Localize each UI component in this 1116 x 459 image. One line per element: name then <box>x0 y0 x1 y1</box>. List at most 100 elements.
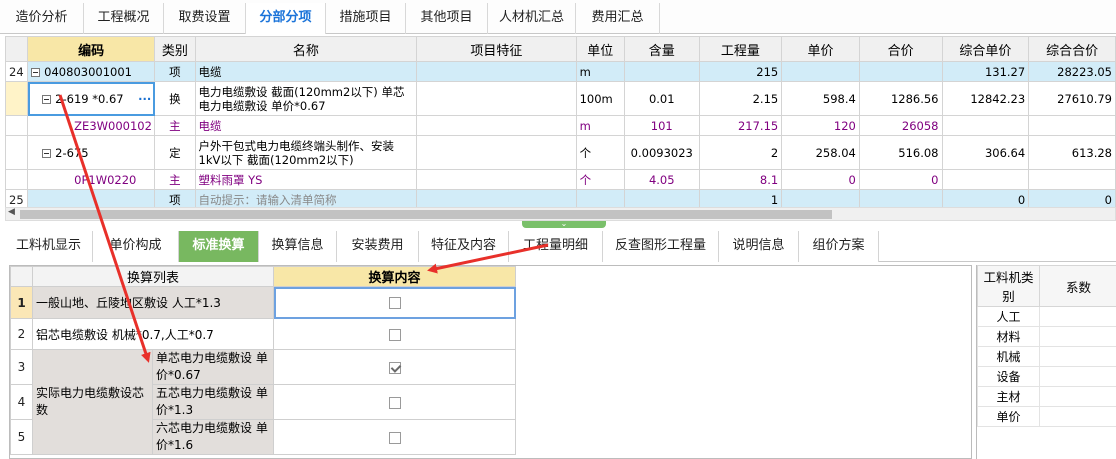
cell-type[interactable]: 定 <box>154 135 196 170</box>
cell-comp-total[interactable]: 27610.79 <box>1028 81 1116 116</box>
cell-feature[interactable] <box>416 115 577 136</box>
cell-type[interactable]: 换 <box>154 81 196 116</box>
cell-comp-price[interactable]: 306.64 <box>941 135 1030 170</box>
col-header-content[interactable]: 含量 <box>623 36 700 62</box>
cell-code[interactable]: ZE3W000102 <box>27 115 156 136</box>
cell-price[interactable]: 598.4 <box>781 81 860 116</box>
side-coefficient[interactable] <box>1039 346 1116 367</box>
side-coefficient[interactable] <box>1039 386 1116 407</box>
tab-labor-material-summary[interactable]: 人材机汇总 <box>488 3 576 34</box>
cell-content[interactable]: 0.0093023 <box>623 135 700 170</box>
tab-measures[interactable]: 措施项目 <box>326 3 406 34</box>
cell-unit[interactable]: 个 <box>575 169 625 190</box>
col-header-name[interactable]: 名称 <box>194 36 418 62</box>
col-header-qty[interactable]: 工程量 <box>698 36 783 62</box>
side-coefficient[interactable] <box>1039 306 1116 327</box>
tab-fee-summary[interactable]: 费用汇总 <box>576 3 660 34</box>
cell-total[interactable]: 516.08 <box>858 135 943 170</box>
cell-code[interactable]: 0P1W0220 <box>27 169 156 190</box>
cell-total[interactable]: 0 <box>858 169 943 190</box>
cell-qty[interactable]: 8.1 <box>698 169 783 190</box>
scrollbar-thumb[interactable] <box>20 210 832 219</box>
cell-unit[interactable]: m <box>575 61 625 82</box>
tab-pricing-scheme[interactable]: 组价方案 <box>799 231 879 262</box>
cell-name[interactable]: 电力电缆敷设 截面(120mm2以下) 单芯电力电缆敷设 单价*0.67 <box>194 81 418 116</box>
tab-labor-material-display[interactable]: 工料机显示 <box>5 231 93 262</box>
cell-type[interactable]: 主 <box>154 115 196 136</box>
cell-code[interactable]: 2-675 <box>27 135 156 170</box>
tab-other-items[interactable]: 其他项目 <box>406 3 488 34</box>
cell-code[interactable]: ··· 2-619 *0.67 <box>27 81 156 116</box>
table-row[interactable]: 24 040803001001 项 电缆 m 215 131.27 28223.… <box>4 61 1116 82</box>
conv-checkbox-cell[interactable] <box>273 349 517 385</box>
more-icon[interactable]: ··· <box>138 92 151 106</box>
cell-name[interactable]: 电缆 <box>194 61 418 82</box>
cell-content[interactable]: 4.05 <box>623 169 700 190</box>
col-header-feature[interactable]: 项目特征 <box>416 36 577 62</box>
cell-comp-total[interactable] <box>1028 169 1116 190</box>
tab-cost-analysis[interactable]: 造价分析 <box>0 3 84 34</box>
cell-price[interactable]: 120 <box>781 115 860 136</box>
side-coefficient[interactable] <box>1039 366 1116 387</box>
checkbox-icon[interactable] <box>388 396 401 409</box>
cell-feature[interactable] <box>416 81 577 116</box>
cell-qty[interactable]: 2 <box>698 135 783 170</box>
conversion-row[interactable]: 1 一般山地、丘陵地区敷设 人工*1.3 <box>10 286 517 319</box>
cell-feature[interactable] <box>416 61 577 82</box>
cell-code[interactable]: 040803001001 <box>27 61 156 82</box>
cell-comp-price[interactable] <box>941 169 1030 190</box>
cell-name[interactable]: 电缆 <box>194 115 418 136</box>
cell-content[interactable]: 0.01 <box>623 81 700 116</box>
table-row[interactable]: ZE3W000102 主 电缆 m 101 217.15 120 26058 <box>4 115 1116 136</box>
conv-checkbox-cell[interactable] <box>273 384 517 420</box>
col-header-code[interactable]: 编码 <box>27 36 156 62</box>
collapse-icon[interactable] <box>42 148 52 158</box>
tab-conversion-info[interactable]: 换算信息 <box>259 231 337 262</box>
cell-total[interactable]: 1286.56 <box>858 81 943 116</box>
conversion-row[interactable]: 2 铝芯电缆敷设 机械*0.7,人工*0.7 <box>10 318 517 350</box>
cell-comp-price[interactable]: 131.27 <box>941 61 1030 82</box>
cell-qty[interactable]: 2.15 <box>698 81 783 116</box>
col-header-comp-price[interactable]: 综合单价 <box>941 36 1030 62</box>
cell-content[interactable]: 101 <box>623 115 700 136</box>
cell-unit[interactable]: m <box>575 115 625 136</box>
cell-price[interactable]: 258.04 <box>781 135 860 170</box>
tab-features-content[interactable]: 特征及内容 <box>419 231 509 262</box>
cell-name[interactable]: 塑料雨罩 YS <box>194 169 418 190</box>
collapse-icon[interactable] <box>31 67 41 77</box>
cell-qty[interactable]: 215 <box>698 61 783 82</box>
collapse-icon[interactable] <box>42 94 52 104</box>
cell-price[interactable] <box>781 61 860 82</box>
cell-unit[interactable]: 100m <box>575 81 625 116</box>
table-row[interactable]: 2-675 定 户外干包式电力电缆终端头制作、安装 1kV以下 截面(120mm… <box>4 135 1116 170</box>
cell-type[interactable]: 项 <box>154 61 196 82</box>
checkbox-icon[interactable] <box>388 431 401 444</box>
col-header-comp-total[interactable]: 综合合价 <box>1028 36 1116 62</box>
table-row[interactable]: ··· 2-619 *0.67 换 电力电缆敷设 截面(120mm2以下) 单芯电… <box>4 81 1116 116</box>
tab-standard-conversion[interactable]: 标准换算 <box>179 231 259 262</box>
tab-project-overview[interactable]: 工程概况 <box>84 3 164 34</box>
table-row[interactable]: 0P1W0220 主 塑料雨罩 YS 个 4.05 8.1 0 0 <box>4 169 1116 190</box>
col-header-type[interactable]: 类别 <box>154 36 196 62</box>
side-coefficient[interactable] <box>1039 406 1116 427</box>
cell-unit[interactable]: 个 <box>575 135 625 170</box>
cell-comp-price[interactable] <box>941 115 1030 136</box>
cell-type[interactable]: 主 <box>154 169 196 190</box>
conv-checkbox-cell[interactable] <box>273 286 517 319</box>
cell-comp-total[interactable]: 28223.05 <box>1028 61 1116 82</box>
cell-name[interactable]: 户外干包式电力电缆终端头制作、安装 1kV以下 截面(120mm2以下) <box>194 135 418 170</box>
tab-quantity-detail[interactable]: 工程量明细 <box>509 231 603 262</box>
col-header-price[interactable]: 单价 <box>781 36 860 62</box>
checkbox-icon[interactable] <box>388 328 401 341</box>
tab-install-fee[interactable]: 安装费用 <box>337 231 419 262</box>
tab-price-composition[interactable]: 单价构成 <box>93 231 179 262</box>
col-header-unit[interactable]: 单位 <box>575 36 625 62</box>
cell-comp-total[interactable] <box>1028 115 1116 136</box>
cell-qty[interactable]: 217.15 <box>698 115 783 136</box>
cell-total[interactable]: 26058 <box>858 115 943 136</box>
checkbox-checked-icon[interactable] <box>388 361 401 374</box>
tab-sub-items[interactable]: 分部分项 <box>246 3 326 34</box>
cell-content[interactable] <box>623 61 700 82</box>
cell-comp-total[interactable]: 613.28 <box>1028 135 1116 170</box>
side-coefficient[interactable] <box>1039 326 1116 347</box>
